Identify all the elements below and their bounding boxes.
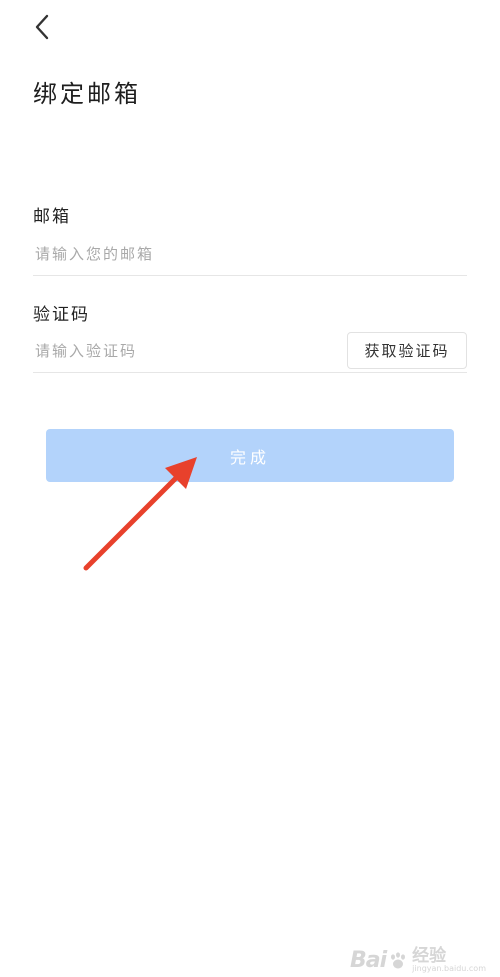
paw-icon xyxy=(391,951,406,968)
watermark-url: jingyan.baidu.com xyxy=(412,964,486,973)
watermark-brand: Bai xyxy=(350,948,387,973)
annotation-arrow xyxy=(83,457,197,571)
back-button[interactable] xyxy=(26,10,58,44)
chevron-left-icon xyxy=(35,14,49,40)
verification-code-label: 验证码 xyxy=(33,305,90,325)
email-row xyxy=(33,235,467,276)
watermark-text: 经验 jingyan.baidu.com xyxy=(412,948,486,973)
verification-code-row: 获取验证码 xyxy=(33,332,467,373)
page-title: 绑定邮箱 xyxy=(33,80,141,108)
get-code-button[interactable]: 获取验证码 xyxy=(347,332,467,369)
submit-button[interactable]: 完成 xyxy=(46,429,454,482)
email-label: 邮箱 xyxy=(33,207,71,227)
verification-code-input[interactable] xyxy=(33,332,337,370)
email-input[interactable] xyxy=(33,235,467,273)
annotation-arrow-shaft xyxy=(83,472,182,571)
watermark-cn: 经验 xyxy=(412,946,447,966)
watermark: Bai 经验 jingyan.baidu.com xyxy=(350,948,486,974)
